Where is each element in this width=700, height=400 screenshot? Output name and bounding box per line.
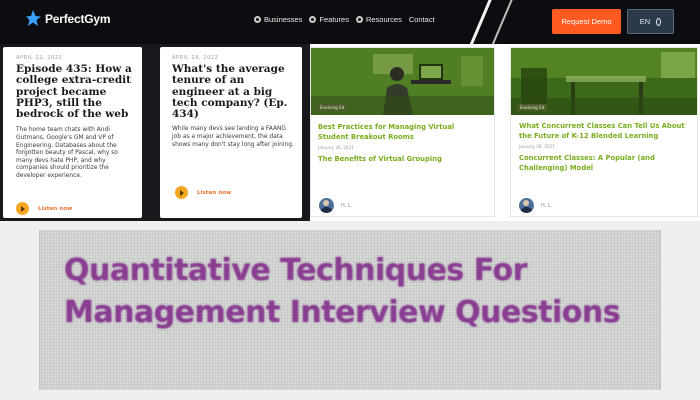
podcast-card[interactable]: APRIL 19, 2022 What's the average tenure… (160, 47, 302, 218)
main-nav: Businesses Features Resources Contact (254, 15, 435, 24)
article-subheading[interactable]: Concurrent Classes: A Popular (and Chall… (519, 153, 689, 173)
podcast-title[interactable]: What's the average tenure of an engineer… (172, 63, 294, 120)
author-name: H. L. (541, 202, 553, 209)
nav-link-businesses[interactable]: Businesses (254, 15, 302, 24)
brand-name: PerfectGym (45, 12, 111, 26)
nav-link-label: Businesses (264, 15, 303, 24)
nav-link-resources[interactable]: Resources (355, 15, 402, 24)
podcast-date: APRIL 22, 2022 (16, 55, 63, 61)
nav-link-label: Contact (408, 15, 435, 24)
category-tag[interactable]: Evolving Ed (517, 104, 548, 111)
article-card[interactable]: Evolving Ed Best Practices for Managing … (310, 47, 495, 217)
podcast-title[interactable]: Episode 435: How a college extra-credit … (16, 63, 134, 120)
article-body: Best Practices for Managing Virtual Stud… (311, 115, 494, 164)
language-label: EN (639, 17, 651, 26)
podcast-description: While many devs see landing a FAANG job … (172, 126, 294, 148)
article-author[interactable]: H. L. (319, 198, 352, 213)
listen-now-label: Listen now (38, 205, 73, 212)
globe-icon (355, 16, 363, 23)
article-date: January 26, 2021 (318, 145, 354, 150)
podcast-date: APRIL 19, 2022 (172, 55, 219, 61)
article-author[interactable]: H. L. (519, 198, 552, 213)
brand-logo[interactable]: PerfectGym (26, 10, 111, 28)
podcast-card[interactable]: APRIL 22, 2022 Episode 435: How a colleg… (3, 47, 142, 218)
language-selector[interactable]: EN (627, 9, 674, 34)
article-image[interactable]: Evolving Ed (511, 48, 697, 115)
decorative-stripe (464, 0, 495, 44)
globe-icon (254, 16, 261, 23)
banner-title: Quantitative Techniques For Management I… (64, 253, 621, 330)
globe-icon (309, 16, 317, 23)
article-date: January 26, 2021 (519, 144, 555, 149)
play-icon (16, 202, 29, 215)
play-icon (175, 186, 188, 199)
article-title[interactable]: Best Practices for Managing Virtual Stud… (318, 122, 487, 142)
listen-now-label: Listen now (197, 189, 232, 196)
perfectgym-logo-icon (26, 10, 41, 26)
article-card[interactable]: Evolving Ed What Concurrent Classes Can … (510, 47, 698, 217)
podcast-description: The home team chats with Andi Gutmans, G… (16, 127, 118, 180)
podcast-section: APRIL 22, 2022 Episode 435: How a colleg… (0, 44, 310, 221)
article-title[interactable]: What Concurrent Classes Can Tell Us Abou… (519, 121, 689, 141)
article-section: Evolving Ed Best Practices for Managing … (310, 44, 700, 221)
nav-link-label: Resources (365, 15, 402, 24)
nav-link-label: Features (319, 15, 349, 24)
article-body: What Concurrent Classes Can Tell Us Abou… (511, 115, 697, 173)
listen-now-button[interactable]: Listen now (16, 202, 72, 215)
nav-link-contact[interactable]: Contact (409, 15, 435, 24)
top-navbar: PerfectGym Businesses Features Resources… (0, 0, 700, 44)
nav-link-features[interactable]: Features (309, 15, 349, 24)
decorative-stripe (486, 0, 516, 44)
avatar (319, 198, 334, 213)
article-image[interactable]: Evolving Ed (311, 48, 494, 115)
category-tag[interactable]: Evolving Ed (317, 104, 348, 111)
banner-section: Quantitative Techniques For Management I… (0, 221, 700, 400)
banner-image: Quantitative Techniques For Management I… (39, 230, 661, 390)
listen-now-button[interactable]: Listen now (175, 186, 231, 199)
author-name: H. L. (341, 202, 353, 209)
globe-icon (656, 17, 662, 26)
request-demo-button[interactable]: Request Demo (552, 9, 621, 34)
avatar (519, 198, 534, 213)
article-subheading[interactable]: The Benefits of Virtual Grouping (318, 154, 487, 164)
